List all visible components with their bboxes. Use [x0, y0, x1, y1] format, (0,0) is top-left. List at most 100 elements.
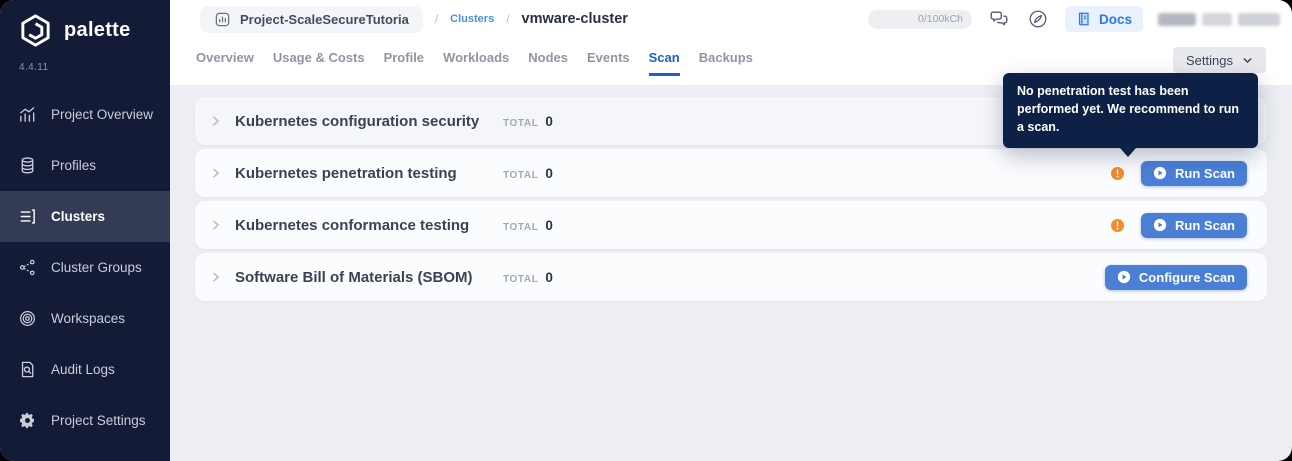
tooltip-text: No penetration test has been performed y… — [1017, 84, 1239, 134]
palette-logo-text: palette — [64, 19, 131, 42]
book-icon — [1076, 11, 1092, 27]
chevron-right-icon[interactable] — [210, 271, 222, 283]
scan-row-title: Software Bill of Materials (SBOM) — [235, 269, 503, 286]
tooltip-arrow — [1120, 148, 1136, 157]
scan-row[interactable]: Kubernetes conformance testingTOTAL 0 Run … — [195, 201, 1267, 249]
tab-overview[interactable]: Overview — [196, 50, 254, 76]
tab-events[interactable]: Events — [587, 50, 630, 76]
scan-row-actions: Configure Scan — [1105, 265, 1247, 290]
version-label: 4.4.11 — [19, 62, 48, 73]
cluster-list-icon — [18, 207, 37, 226]
sidebar-item-label: Audit Logs — [51, 362, 115, 377]
audit-doc-icon — [18, 360, 37, 379]
sidebar: palette 4.4.11 Project Overview Profiles C… — [0, 0, 170, 461]
redacted-block — [1158, 13, 1196, 26]
chart-bars-icon — [18, 105, 37, 124]
redacted-account-info — [1158, 13, 1280, 26]
total: TOTAL 0 — [503, 218, 553, 233]
project-chart-icon — [214, 11, 231, 28]
sidebar-item-label: Profiles — [51, 158, 96, 173]
total-label: TOTAL — [503, 170, 538, 181]
network-icon — [18, 258, 37, 277]
target-icon — [18, 309, 37, 328]
total-value: 0 — [545, 218, 553, 233]
run-scan-button[interactable]: Run Scan — [1141, 213, 1247, 238]
total-value: 0 — [545, 166, 553, 181]
sidebar-item-project-overview[interactable]: Project Overview — [0, 89, 170, 140]
scan-button-label: Run Scan — [1175, 166, 1235, 181]
breadcrumb-separator: / — [435, 12, 438, 26]
sidebar-item-label: Project Overview — [51, 107, 153, 122]
breadcrumb: Project-ScaleSecureTutoria / Clusters / … — [200, 0, 628, 38]
breadcrumb-project-label: Project-ScaleSecureTutoria — [240, 12, 409, 27]
sidebar-item-label: Workspaces — [51, 311, 125, 326]
total: TOTAL 0 — [503, 166, 553, 181]
run-scan-button[interactable]: Run Scan — [1141, 161, 1247, 186]
chat-icon[interactable] — [987, 7, 1011, 31]
breadcrumb-clusters-link[interactable]: Clusters — [450, 13, 494, 25]
sidebar-item-project-settings[interactable]: Project Settings — [0, 395, 170, 446]
compass-icon[interactable] — [1026, 7, 1050, 31]
scan-row-actions: Run Scan — [1111, 213, 1247, 238]
tab-backups[interactable]: Backups — [699, 50, 753, 76]
configure-scan-button[interactable]: Configure Scan — [1105, 265, 1247, 290]
breadcrumb-project-pill[interactable]: Project-ScaleSecureTutoria — [200, 6, 423, 33]
play-icon — [1117, 270, 1131, 284]
settings-button-label: Settings — [1186, 53, 1233, 68]
scan-row[interactable]: Kubernetes penetration testingTOTAL 0 Run … — [195, 149, 1267, 197]
chevron-right-icon[interactable] — [210, 219, 222, 231]
app-window: Project-ScaleSecureTutoria / Clusters / … — [0, 0, 1292, 461]
scan-row[interactable]: Software Bill of Materials (SBOM)TOTAL 0 C… — [195, 253, 1267, 301]
total-label: TOTAL — [503, 222, 538, 233]
sidebar-item-workspaces[interactable]: Workspaces — [0, 293, 170, 344]
usage-meter-label: 0/100kCh — [918, 13, 963, 25]
tab-scan[interactable]: Scan — [649, 50, 680, 76]
scan-row-title: Kubernetes configuration security — [235, 113, 503, 130]
scan-button-label: Configure Scan — [1139, 270, 1235, 285]
sidebar-nav: Project Overview Profiles Clusters Cluster … — [0, 89, 170, 446]
breadcrumb-current-cluster: vmware-cluster — [522, 11, 628, 27]
warning-icon — [1111, 167, 1124, 180]
total-value: 0 — [545, 270, 553, 285]
penetration-test-tooltip: No penetration test has been performed y… — [1003, 73, 1258, 148]
sidebar-item-audit-logs[interactable]: Audit Logs — [0, 344, 170, 395]
usage-meter-pill: 0/100kCh — [868, 10, 972, 29]
sidebar-item-label: Clusters — [51, 209, 105, 224]
chevron-right-icon[interactable] — [210, 115, 222, 127]
docs-button-label: Docs — [1099, 12, 1132, 27]
scan-row-title: Kubernetes conformance testing — [235, 217, 503, 234]
palette-logo[interactable]: palette — [18, 13, 131, 48]
scan-row-title: Kubernetes penetration testing — [235, 165, 503, 182]
chevron-right-icon[interactable] — [210, 167, 222, 179]
sidebar-item-clusters[interactable]: Clusters — [0, 191, 170, 242]
redacted-block — [1202, 13, 1232, 26]
play-icon — [1153, 166, 1167, 180]
sidebar-item-label: Cluster Groups — [51, 260, 142, 275]
total-label: TOTAL — [503, 274, 538, 285]
total-value: 0 — [545, 114, 553, 129]
palette-logo-icon — [18, 13, 53, 48]
chevron-down-icon — [1242, 55, 1253, 66]
total-label: TOTAL — [503, 118, 538, 129]
play-icon — [1153, 218, 1167, 232]
docs-button[interactable]: Docs — [1065, 6, 1143, 32]
settings-dropdown-button[interactable]: Settings — [1173, 47, 1266, 73]
tab-nodes[interactable]: Nodes — [528, 50, 568, 76]
gear-icon — [18, 411, 37, 430]
total: TOTAL 0 — [503, 114, 553, 129]
sidebar-item-cluster-groups[interactable]: Cluster Groups — [0, 242, 170, 293]
breadcrumb-separator: / — [506, 12, 509, 26]
scan-button-label: Run Scan — [1175, 218, 1235, 233]
warning-icon — [1111, 219, 1124, 232]
layers-icon — [18, 156, 37, 175]
redacted-block — [1238, 13, 1280, 26]
tab-workloads[interactable]: Workloads — [443, 50, 509, 76]
top-right-actions: 0/100kCh Docs — [868, 0, 1280, 38]
sidebar-item-profiles[interactable]: Profiles — [0, 140, 170, 191]
total: TOTAL 0 — [503, 270, 553, 285]
tab-profile[interactable]: Profile — [384, 50, 424, 76]
tab-usage-costs[interactable]: Usage & Costs — [273, 50, 365, 76]
cluster-tabs: Overview Usage & Costs Profile Workloads Nod… — [196, 50, 753, 76]
sidebar-item-label: Project Settings — [51, 413, 146, 428]
scan-row-actions: Run Scan — [1111, 161, 1247, 186]
